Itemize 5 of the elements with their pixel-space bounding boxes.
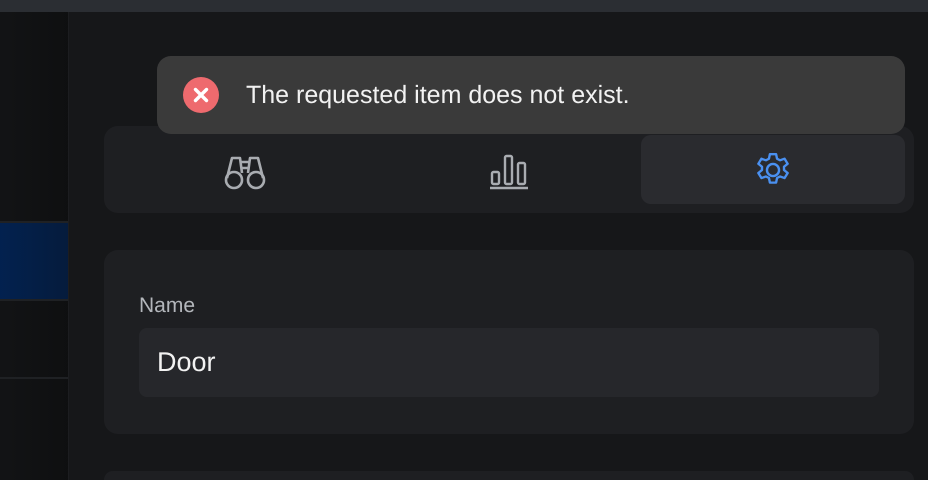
field-label: Name	[139, 294, 196, 318]
toast-message: The requested item does not exist.	[246, 80, 630, 110]
error-icon	[183, 77, 219, 113]
sidebar-item[interactable]	[0, 223, 68, 301]
name-field[interactable]: Door	[139, 328, 879, 397]
